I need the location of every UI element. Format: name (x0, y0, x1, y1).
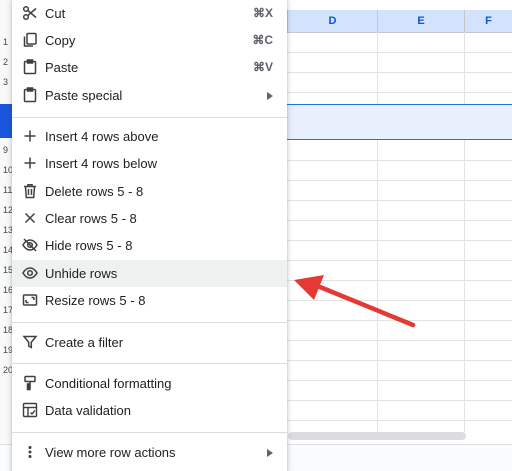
menu-item-shortcut: ⌘X (252, 6, 273, 20)
menu-item-paste[interactable]: Paste ⌘V (12, 54, 287, 81)
close-icon (22, 210, 38, 226)
menu-item-resize-rows[interactable]: Resize rows 5 - 8 (12, 287, 287, 314)
paint-roller-icon (22, 375, 38, 391)
eye-icon (22, 265, 38, 281)
menu-item-label: Unhide rows (45, 266, 118, 281)
resize-icon (22, 292, 38, 308)
horizontal-scrollbar[interactable] (288, 432, 466, 440)
menu-item-label: Insert 4 rows above (45, 129, 159, 144)
menu-item-label: Conditional formatting (45, 376, 172, 391)
scissors-icon (22, 5, 38, 21)
more-vertical-icon (22, 444, 38, 460)
data-validation-icon (22, 402, 38, 418)
menu-item-unhide-rows[interactable]: Unhide rows (12, 260, 287, 287)
menu-item-shortcut: ⌘V (252, 60, 273, 74)
menu-item-copy[interactable]: Copy ⌘C (12, 27, 287, 54)
submenu-arrow-icon (267, 92, 273, 100)
menu-item-data-validation[interactable]: Data validation (12, 397, 287, 424)
menu-item-delete-rows[interactable]: Delete rows 5 - 8 (12, 178, 287, 205)
menu-item-insert-rows-above[interactable]: Insert 4 rows above (12, 123, 287, 150)
menu-item-label: Paste special (45, 88, 123, 103)
menu-item-label: Delete rows 5 - 8 (45, 184, 144, 199)
menu-item-conditional-formatting[interactable]: Conditional formatting (12, 370, 287, 397)
clipboard-icon (22, 87, 38, 103)
menu-item-cut[interactable]: Cut ⌘X (12, 0, 287, 27)
column-header-d[interactable]: D (287, 10, 377, 32)
row-context-menu: Cut ⌘X Copy ⌘C Paste ⌘V Paste special In… (12, 0, 287, 471)
column-header-e[interactable]: E (377, 10, 464, 32)
menu-item-label: Insert 4 rows below (45, 156, 157, 171)
eye-off-icon (22, 237, 38, 253)
menu-item-label: Hide rows 5 - 8 (45, 238, 133, 253)
menu-separator (12, 363, 287, 364)
menu-item-label: Cut (45, 6, 66, 21)
menu-item-hide-rows[interactable]: Hide rows 5 - 8 (12, 232, 287, 259)
menu-item-label: View more row actions (45, 445, 176, 460)
trash-icon (22, 183, 38, 199)
plus-icon (22, 128, 38, 144)
menu-item-label: Paste (45, 60, 79, 75)
copy-icon (22, 32, 38, 48)
menu-item-label: Data validation (45, 403, 131, 418)
menu-item-view-more-row-actions[interactable]: View more row actions (12, 439, 287, 466)
menu-item-label: Copy (45, 33, 76, 48)
column-header-f[interactable]: F (464, 10, 512, 32)
menu-item-shortcut: ⌘C (252, 33, 273, 47)
menu-item-paste-special[interactable]: Paste special (12, 82, 287, 109)
menu-item-label: Resize rows 5 - 8 (45, 293, 146, 308)
spreadsheet-screen: D E F 1 2 3 9 10 11 12 13 14 15 16 17 18… (0, 0, 512, 471)
menu-item-insert-rows-below[interactable]: Insert 4 rows below (12, 150, 287, 177)
menu-item-create-filter[interactable]: Create a filter (12, 329, 287, 356)
filter-icon (22, 334, 38, 350)
menu-item-label: Create a filter (45, 335, 124, 350)
submenu-arrow-icon (267, 449, 273, 457)
plus-icon (22, 155, 38, 171)
menu-item-label: Clear rows 5 - 8 (45, 211, 137, 226)
menu-separator (12, 432, 287, 433)
menu-separator (12, 117, 287, 118)
clipboard-icon (22, 59, 38, 75)
menu-separator (12, 322, 287, 323)
menu-item-clear-rows[interactable]: Clear rows 5 - 8 (12, 205, 287, 232)
